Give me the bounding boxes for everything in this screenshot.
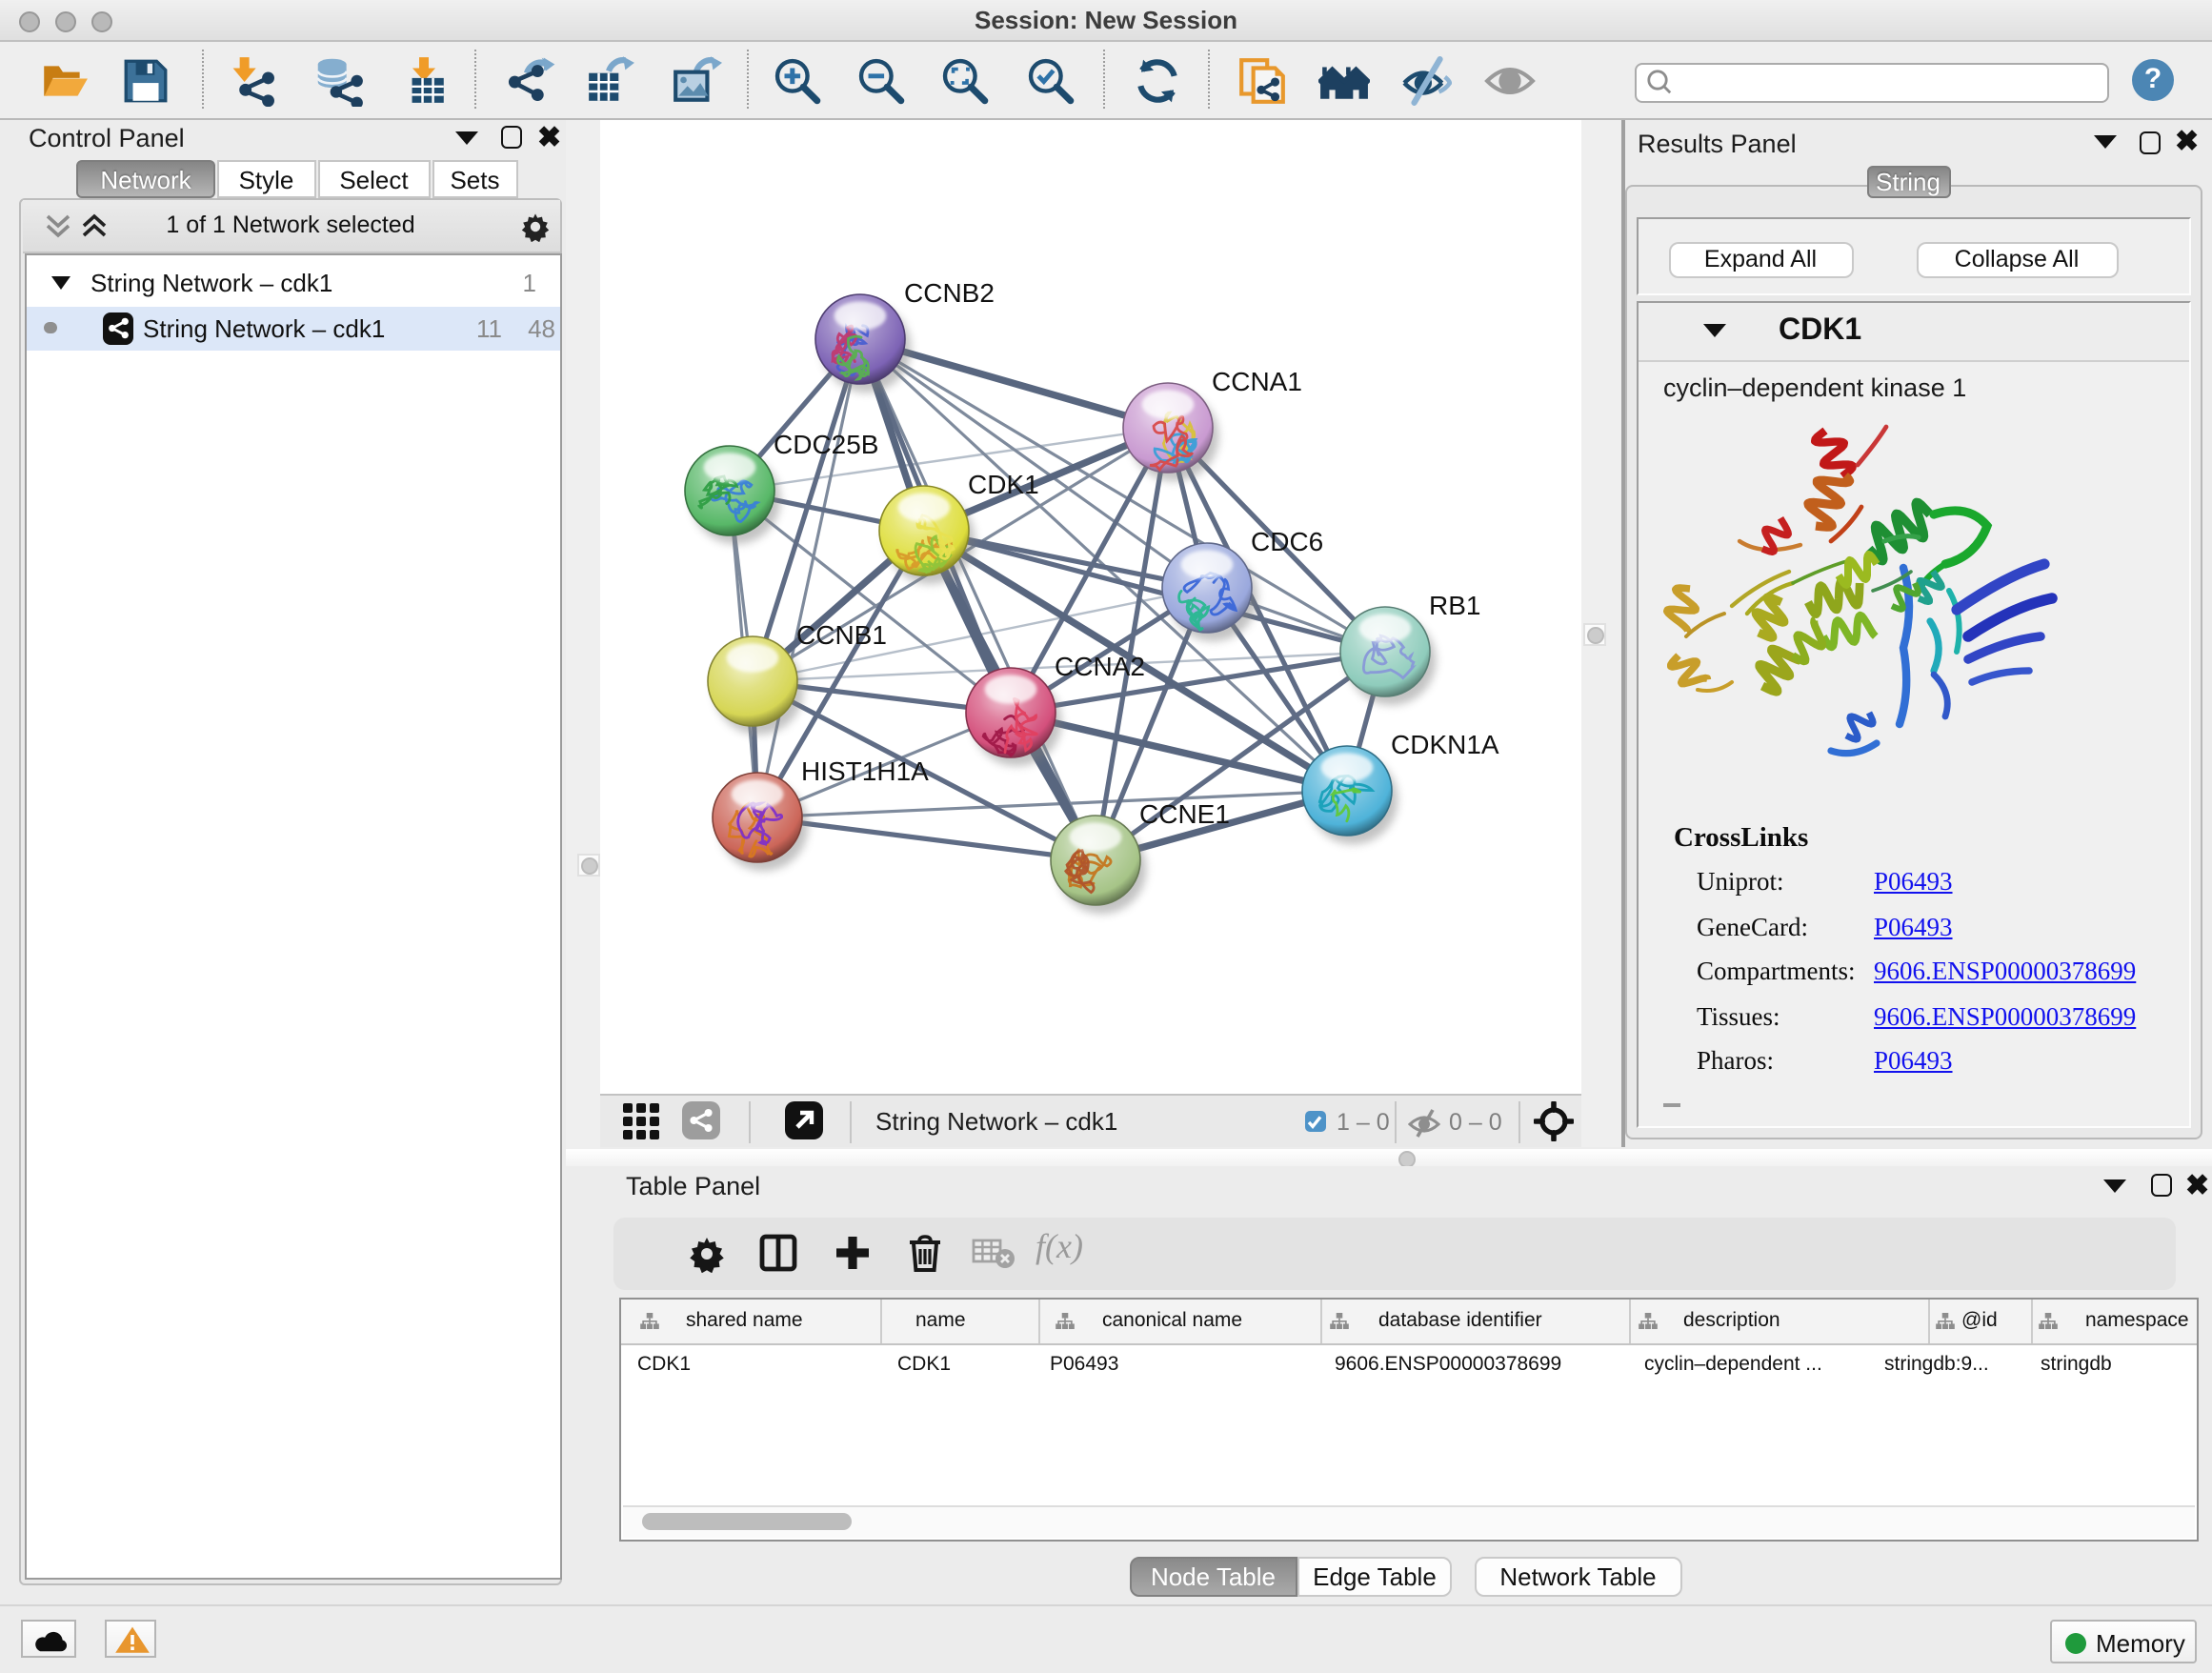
svg-text:CCNA2: CCNA2 (1055, 651, 1145, 680)
svg-text:CCNB1: CCNB1 (796, 619, 887, 649)
svg-text:RB1: RB1 (1429, 590, 1480, 619)
svg-text:CDK1: CDK1 (968, 469, 1039, 498)
svg-text:CCNB2: CCNB2 (904, 277, 995, 307)
svg-text:HIST1H1A: HIST1H1A (801, 756, 929, 785)
svg-text:CDC6: CDC6 (1251, 526, 1323, 555)
svg-text:CCNA1: CCNA1 (1212, 366, 1302, 395)
svg-text:CDKN1A: CDKN1A (1391, 729, 1499, 758)
svg-text:CDC25B: CDC25B (774, 429, 878, 458)
svg-text:CCNE1: CCNE1 (1139, 798, 1230, 828)
